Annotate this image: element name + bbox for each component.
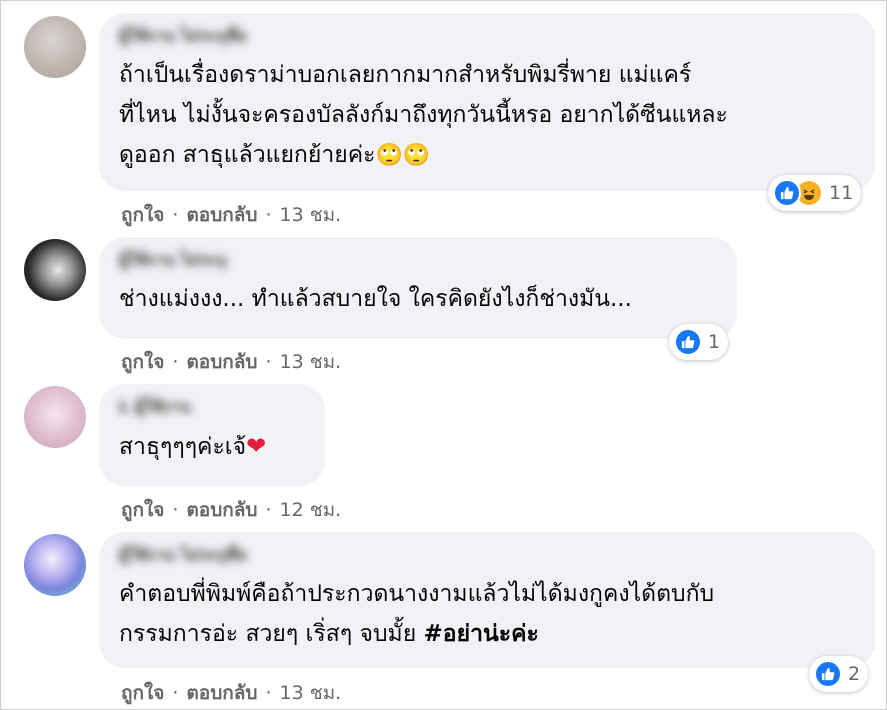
comment-text-line: ดูออก สาธุแล้วแยกย้ายค่ะ🙄🙄 [119,135,853,176]
timestamp[interactable]: 13 ชม. [280,682,342,704]
comment-text-line: ที่ไหน ไม่งั้นจะครองบัลลังก์มาถึงทุกวันน… [119,102,728,128]
avatar[interactable] [24,239,86,301]
like-icon [814,660,842,688]
comment-actions: ถูกใจ · ตอบกลับ · 12 ชม. [121,495,341,525]
comment-text-line: ถ้าเป็นเรื่องดราม่าบอกเลยกากมากสำหรับพิม… [119,62,692,88]
timestamp[interactable]: 12 ชม. [280,499,342,521]
comment-actions: ถูกใจ · ตอบกลับ · 13 ชม. [121,200,341,230]
hashtag-link[interactable]: #อย่าน่ะค่ะ [424,621,539,647]
separator-dot: · [172,351,179,373]
avatar[interactable] [24,16,86,78]
like-button[interactable]: ถูกใจ [121,682,164,704]
separator-dot: · [172,682,179,704]
comment-text-line: คำตอบพี่พิมพ์คือถ้าประกวดนางงามแล้วไม่ได… [119,581,715,607]
comment-text-line: สาธุๆๆๆค่ะเจ้❤ [119,426,303,467]
like-button[interactable]: ถูกใจ [121,204,164,226]
comment-text-segment: ดูออก สาธุแล้วแยกย้ายค่ะ [119,142,376,168]
comment-bubble: ผู้ใช้งาน ไม่ระบุชื่อ ถ้าเป็นเรื่องดราม่… [99,13,875,191]
separator-dot: · [265,204,272,226]
avatar[interactable] [24,534,86,596]
reaction-count: 1 [708,331,721,353]
separator-dot: · [172,499,179,521]
like-icon [674,328,702,356]
reaction-count: 11 [829,182,854,204]
timestamp[interactable]: 13 ชม. [280,351,342,373]
comment-1: ผู้ใช้งาน ไม่ระบุชื่อ ถ้าเป็นเรื่องดราม่… [1,1,887,241]
separator-dot: · [172,204,179,226]
like-button[interactable]: ถูกใจ [121,499,164,521]
separator-dot: · [265,499,272,521]
comment-text-segment: สาธุๆๆๆค่ะเจ้ [119,434,247,460]
comment-text-segment: กรรมการอ่ะ สวยๆ เริ่สๆ จบมั้ย [119,621,424,647]
reply-button[interactable]: ตอบกลับ [186,682,257,704]
commenter-name[interactable]: ผู้ใช้งาน ไม่ระบุชื่อ [119,544,853,566]
like-button[interactable]: ถูกใจ [121,351,164,373]
commenter-name[interactable]: L ผู้ใช้งาน [119,396,303,418]
commenter-name[interactable]: ผู้ใช้งาน ไม่ระบุชื่อ [119,25,853,47]
comment-bubble: ผู้ใช้งาน ไม่ระบุชื่อ คำตอบพี่พิมพ์คือถ้… [99,532,875,668]
eye-roll-emoji-icon: 🙄 [375,143,403,168]
commenter-name[interactable]: ผู้ใช้งาน ไม่ระบุ [119,249,715,271]
comment-actions: ถูกใจ · ตอบกลับ · 13 ชม. [121,678,341,708]
reaction-summary[interactable]: 11 [768,175,862,211]
reply-button[interactable]: ตอบกลับ [186,351,257,373]
reaction-count: 2 [848,663,861,685]
comment-bubble: L ผู้ใช้งาน สาธุๆๆๆค่ะเจ้❤ [99,384,325,486]
separator-dot: · [265,682,272,704]
reaction-summary[interactable]: 2 [809,656,869,692]
comment-actions: ถูกใจ · ตอบกลับ · 13 ชม. [121,347,341,377]
reaction-summary[interactable]: 1 [669,324,729,360]
heart-icon: ❤ [246,432,267,460]
comment-text-line: กรรมการอ่ะ สวยๆ เริ่สๆ จบมั้ย #อย่าน่ะค่… [119,614,853,654]
like-icon [773,179,801,207]
avatar[interactable] [24,386,86,448]
eye-roll-emoji-icon: 🙄 [402,143,431,168]
comment-bubble: ผู้ใช้งาน ไม่ระบุ ช่างแม่งงง... ทำแล้วสบ… [99,237,737,339]
separator-dot: · [265,351,272,373]
timestamp[interactable]: 13 ชม. [280,204,342,226]
reply-button[interactable]: ตอบกลับ [186,499,257,521]
reply-button[interactable]: ตอบกลับ [186,204,257,226]
comment-text-line: ช่างแม่งงง... ทำแล้วสบายใจ ใครคิดยังไงก็… [119,286,632,312]
